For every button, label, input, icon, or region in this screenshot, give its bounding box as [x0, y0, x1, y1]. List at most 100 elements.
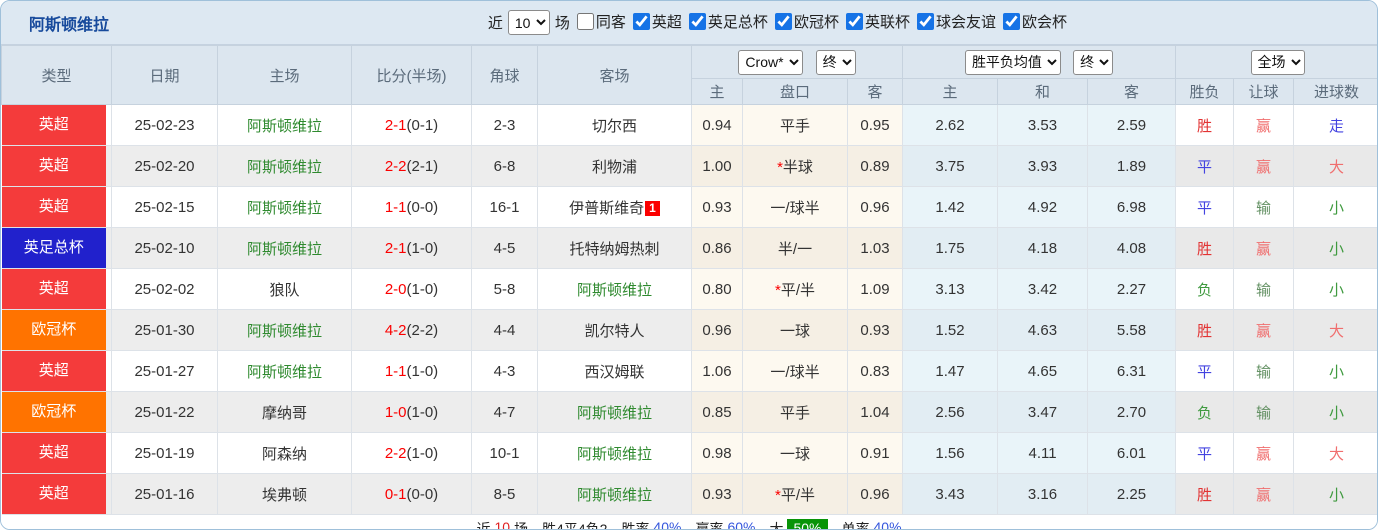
- avg-draw-cell: 4.11: [997, 432, 1089, 474]
- filter-checkbox-3[interactable]: [774, 13, 792, 30]
- home-team-name[interactable]: 阿斯顿维拉: [247, 118, 322, 135]
- table-row: 欧冠杯 25-01-30 阿斯顿维拉 4-2(2-2) 4-4 凯尔特人 0.9…: [1, 309, 1377, 351]
- home-team-name[interactable]: 阿斯顿维拉: [247, 200, 322, 217]
- away-team-name[interactable]: 阿斯顿维拉: [577, 282, 652, 299]
- away-team-name[interactable]: 阿斯顿维拉: [577, 446, 652, 463]
- filter-checkbox-0[interactable]: [576, 13, 594, 30]
- odds-time-select[interactable]: 终: [815, 49, 856, 75]
- home-team-name[interactable]: 阿斯顿维拉: [247, 159, 322, 176]
- avg-time-select[interactable]: 终: [1073, 49, 1114, 75]
- league-badge: 英足总杯: [1, 228, 106, 268]
- score-cell: 2-2(2-1): [351, 145, 472, 187]
- filter-5[interactable]: 球会友谊: [916, 11, 996, 32]
- filter-4[interactable]: 英联杯: [845, 11, 910, 32]
- avg-away-cell: 2.70: [1087, 391, 1177, 433]
- table-row: 英超 25-01-27 阿斯顿维拉 1-1(1-0) 4-3 西汉姆联 1.06…: [1, 350, 1377, 392]
- goal-result-text: 小: [1329, 281, 1345, 299]
- goal-result-cell: 小: [1293, 186, 1377, 228]
- table-row: 英超 25-02-20 阿斯顿维拉 2-2(2-1) 6-8 利物浦 1.00 …: [1, 145, 1377, 187]
- filter-label[interactable]: 欧会杯: [1022, 11, 1067, 32]
- summary-segment-9: 50%: [787, 519, 828, 529]
- filter-label[interactable]: 英足总杯: [708, 11, 768, 32]
- odds-home-cell: 1.06: [691, 350, 743, 392]
- match-count-select[interactable]: 10: [507, 10, 550, 35]
- away-team-name[interactable]: 伊普斯维奇: [569, 200, 644, 217]
- away-team-name[interactable]: 凯尔特人: [584, 323, 644, 340]
- odds-company-select[interactable]: Crow*: [738, 49, 804, 75]
- avg-home-cell: 3.75: [902, 145, 999, 187]
- sub-header-odds-home: 主: [691, 78, 743, 105]
- goal-result-cell: 大: [1293, 309, 1377, 351]
- filter-label[interactable]: 球会友谊: [936, 11, 996, 32]
- corner-cell: 4-7: [471, 391, 538, 433]
- filter-checkbox-4[interactable]: [845, 13, 863, 30]
- avg-type-select[interactable]: 胜平负均值: [964, 49, 1061, 75]
- halftime-score: (2-2): [406, 321, 439, 339]
- away-team-name[interactable]: 西汉姆联: [584, 364, 644, 381]
- filter-checkbox-1[interactable]: [632, 13, 650, 30]
- score-cell: 1-1(0-0): [351, 186, 472, 228]
- filter-2[interactable]: 英足总杯: [688, 11, 768, 32]
- result-text: 胜: [1197, 117, 1213, 135]
- away-team-name[interactable]: 阿斯顿维拉: [577, 405, 652, 422]
- home-team-name[interactable]: 摩纳哥: [262, 405, 307, 422]
- filter-checkbox-5[interactable]: [916, 13, 934, 30]
- score-cell: 2-0(1-0): [351, 268, 472, 310]
- filter-label[interactable]: 英联杯: [865, 11, 910, 32]
- halftime-score: (1-0): [406, 444, 439, 462]
- odds-home-cell: 0.85: [691, 391, 743, 433]
- match-rows: 英超 25-02-23 阿斯顿维拉 2-1(0-1) 2-3 切尔西 0.94 …: [1, 104, 1377, 515]
- home-team-name[interactable]: 狼队: [269, 282, 299, 299]
- summary-segment-6: 赢率: [695, 521, 724, 530]
- halftime-score: (2-1): [406, 157, 439, 175]
- handicap-cell: 一球: [742, 432, 848, 474]
- home-team-name[interactable]: 阿斯顿维拉: [247, 364, 322, 381]
- odds-home-cell: 1.00: [691, 145, 743, 187]
- avg-draw-cell: 4.65: [997, 350, 1089, 392]
- odds-away-cell: 0.89: [847, 145, 904, 187]
- col-header-home: 主场: [217, 45, 352, 105]
- fulltime-score: 1-1: [384, 198, 407, 216]
- home-team-cell: 阿斯顿维拉: [217, 227, 352, 269]
- scope-select[interactable]: 全场: [1250, 49, 1305, 75]
- goal-result-text: 小: [1329, 486, 1345, 504]
- filter-checkbox-2[interactable]: [688, 13, 706, 30]
- let-result-text: 赢: [1256, 486, 1272, 504]
- filter-label[interactable]: 同客: [596, 11, 626, 32]
- table-row: 英超 25-02-23 阿斯顿维拉 2-1(0-1) 2-3 切尔西 0.94 …: [1, 104, 1377, 146]
- odds-home-cell: 0.80: [691, 268, 743, 310]
- filter-1[interactable]: 英超: [632, 11, 682, 32]
- corner-cell: 16-1: [471, 186, 538, 228]
- matches-label: 场: [554, 15, 570, 32]
- let-result-cell: 输: [1233, 186, 1295, 228]
- home-team-name[interactable]: 阿森纳: [262, 446, 307, 463]
- score-cell: 1-0(1-0): [351, 391, 472, 433]
- away-team-name[interactable]: 切尔西: [592, 118, 637, 135]
- home-team-name[interactable]: 阿斯顿维拉: [247, 241, 322, 258]
- let-result-text: 赢: [1256, 445, 1272, 463]
- handicap-text: 平手: [779, 117, 810, 135]
- handicap-text: 平手: [779, 404, 810, 422]
- away-team-name[interactable]: 利物浦: [592, 159, 637, 176]
- filter-0[interactable]: 同客: [576, 11, 626, 32]
- league-cell: 英超: [1, 268, 112, 310]
- col-header-score: 比分(半场): [351, 45, 472, 105]
- filter-label[interactable]: 欧冠杯: [794, 11, 839, 32]
- let-result-cell: 赢: [1233, 309, 1295, 351]
- league-badge: 英超: [1, 146, 106, 186]
- odds-away-cell: 0.83: [847, 350, 904, 392]
- home-team-name[interactable]: 埃弗顿: [262, 487, 307, 504]
- away-team-name[interactable]: 阿斯顿维拉: [577, 487, 652, 504]
- away-team-name[interactable]: 托特纳姆热刺: [569, 241, 659, 258]
- table-row: 英足总杯 25-02-10 阿斯顿维拉 2-1(1-0) 4-5 托特纳姆热刺 …: [1, 227, 1377, 269]
- avg-home-cell: 2.62: [902, 104, 999, 146]
- filter-3[interactable]: 欧冠杯: [774, 11, 839, 32]
- filter-6[interactable]: 欧会杯: [1002, 11, 1067, 32]
- top-bar: 阿斯顿维拉 近 10 场 同客 英超 英足总杯 欧冠杯 英联杯 球会友谊 欧会杯: [1, 1, 1377, 45]
- home-team-name[interactable]: 阿斯顿维拉: [247, 323, 322, 340]
- result-text: 胜: [1197, 240, 1213, 258]
- team-title[interactable]: 阿斯顿维拉: [29, 11, 109, 35]
- filter-label[interactable]: 英超: [652, 11, 682, 32]
- filter-checkbox-6[interactable]: [1002, 13, 1020, 30]
- avg-draw-cell: 3.42: [997, 268, 1089, 310]
